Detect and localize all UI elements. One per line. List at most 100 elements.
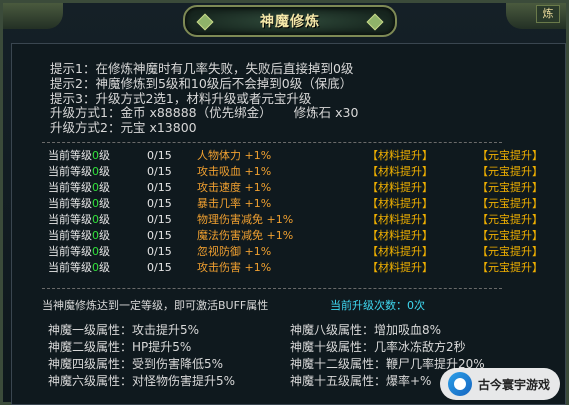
buff-item: 神魔六级属性：对怪物伤害提升5% — [48, 374, 236, 388]
yuanbao-upgrade-button[interactable]: 【元宝提升】 — [477, 227, 543, 243]
yuanbao-upgrade-button[interactable]: 【元宝提升】 — [477, 179, 543, 195]
current-level: 当前等级0级 — [48, 229, 110, 242]
yuanbao-upgrade-button[interactable]: 【元宝提升】 — [477, 259, 543, 275]
material-upgrade-button[interactable]: 【材料提升】 — [367, 243, 477, 259]
attribute-row: 当前等级0级 0/15 忽视防御 +1% 【材料提升】 【元宝提升】 — [48, 243, 543, 259]
attribute-bonus: +1% — [266, 229, 294, 242]
buff-row: 神魔一级属性：攻击提升5% 神魔八级属性：增加吸血8% — [48, 322, 532, 339]
attribute-name: 攻击速度 +1% — [197, 181, 272, 194]
material-upgrade-button[interactable]: 【材料提升】 — [367, 163, 477, 179]
upgrade-count: 当前升级次数：0次 — [330, 297, 425, 313]
yuanbao-upgrade-button[interactable]: 【元宝提升】 — [477, 163, 543, 179]
title-banner: 神魔修炼 — [183, 5, 397, 37]
progress: 0/15 — [147, 212, 172, 226]
attribute-bonus: +1% — [244, 245, 272, 258]
level-value: 0 — [92, 149, 99, 162]
progress: 0/15 — [147, 180, 172, 194]
attribute-bonus: +1% — [244, 197, 272, 210]
window-frame: 炼 神魔修炼 提示1：在修炼神魔时有几率失败，失败后直接掉到0级 提示2：神魔修… — [0, 0, 569, 405]
current-level: 当前等级0级 — [48, 149, 110, 162]
buff-item: 神魔八级属性：增加吸血8% — [290, 323, 442, 337]
material-upgrade-button[interactable]: 【材料提升】 — [367, 195, 477, 211]
divider — [42, 142, 502, 143]
attribute-name: 人物体力 +1% — [197, 149, 272, 162]
attribute-row: 当前等级0级 0/15 攻击速度 +1% 【材料提升】 【元宝提升】 — [48, 179, 543, 195]
current-level: 当前等级0级 — [48, 181, 110, 194]
content-panel: 提示1：在修炼神魔时有几率失败，失败后直接掉到0级 提示2：神魔修炼到5级和10… — [11, 43, 566, 405]
progress: 0/15 — [147, 196, 172, 210]
wechat-logo-icon — [447, 372, 472, 396]
buff-item: 神魔四级属性：受到伤害降低5% — [48, 357, 224, 371]
attribute-name: 魔法伤害减免 +1% — [197, 229, 294, 242]
buff-row: 神魔二级属性：HP提升5% 神魔十级属性：几率冰冻敌方2秒 — [48, 339, 532, 356]
side-tab[interactable]: 炼 — [536, 5, 560, 23]
attribute-row: 当前等级0级 0/15 人物体力 +1% 【材料提升】 【元宝提升】 — [48, 147, 543, 163]
material-upgrade-button[interactable]: 【材料提升】 — [367, 227, 477, 243]
level-value: 0 — [92, 181, 99, 194]
progress: 0/15 — [147, 148, 172, 162]
level-value: 0 — [92, 261, 99, 274]
method1-item: 修炼石 — [293, 105, 332, 121]
divider — [42, 288, 502, 289]
material-upgrade-button[interactable]: 【材料提升】 — [367, 179, 477, 195]
attribute-bonus: +1% — [244, 165, 272, 178]
material-upgrade-button[interactable]: 【材料提升】 — [367, 147, 477, 163]
tip-line: 提示3：升级方式2选1，材料升级或者元宝升级 — [50, 90, 312, 106]
progress: 0/15 — [147, 244, 172, 258]
buff-item: 神魔十级属性：几率冰冻敌方2秒 — [290, 340, 466, 354]
upgrade-method-1: 升级方式1：金币 x88888（优先绑金） 修炼石 x30 — [50, 105, 359, 121]
watermark-text: 古今寰宇游戏 — [477, 377, 550, 392]
progress: 0/15 — [147, 228, 172, 242]
method1-label: 升级方式1：金币 — [50, 105, 146, 121]
attribute-row: 当前等级0级 0/15 物理伤害减免 +1% 【材料提升】 【元宝提升】 — [48, 211, 543, 227]
attribute-bonus: +1% — [244, 261, 272, 274]
upgrade-method-2: 升级方式2：元宝 x13800 — [50, 120, 358, 136]
frame-corner-left — [3, 3, 63, 29]
buff-item: 神魔一级属性：攻击提升5% — [48, 323, 200, 337]
yuanbao-upgrade-button[interactable]: 【元宝提升】 — [477, 211, 543, 227]
attribute-bonus: +1% — [244, 181, 272, 194]
attribute-name: 暴击几率 +1% — [197, 197, 272, 210]
buff-note: 当神魔修炼达到一定等级，即可激活BUFF属性 — [42, 299, 269, 312]
progress: 0/15 — [147, 260, 172, 274]
attribute-name: 攻击伤害 +1% — [197, 261, 272, 274]
method1-item-qty: x30 — [335, 105, 359, 121]
attribute-row: 当前等级0级 0/15 攻击吸血 +1% 【材料提升】 【元宝提升】 — [48, 163, 543, 179]
level-value: 0 — [92, 229, 99, 242]
tip-line: 提示1：在修炼神魔时有几率失败，失败后直接掉到0级 — [50, 61, 354, 76]
window-title: 神魔修炼 — [260, 14, 320, 30]
progress: 0/15 — [147, 164, 172, 178]
buff-item: 神魔二级属性：HP提升5% — [48, 340, 192, 354]
current-level: 当前等级0级 — [48, 261, 110, 274]
material-upgrade-button[interactable]: 【材料提升】 — [367, 211, 477, 227]
yuanbao-upgrade-button[interactable]: 【元宝提升】 — [477, 195, 543, 211]
tips-block: 提示1：在修炼神魔时有几率失败，失败后直接掉到0级 提示2：神魔修炼到5级和10… — [50, 61, 359, 136]
attribute-name: 攻击吸血 +1% — [197, 165, 272, 178]
watermark: 古今寰宇游戏 — [439, 368, 560, 400]
attribute-bonus: +1% — [266, 213, 294, 226]
level-value: 0 — [92, 213, 99, 226]
yuanbao-upgrade-button[interactable]: 【元宝提升】 — [477, 147, 543, 163]
attribute-row: 当前等级0级 0/15 暴击几率 +1% 【材料提升】 【元宝提升】 — [48, 195, 543, 211]
level-value: 0 — [92, 245, 99, 258]
attribute-table: 当前等级0级 0/15 人物体力 +1% 【材料提升】 【元宝提升】 当前等级0级 0/15… — [48, 147, 543, 275]
attribute-name: 忽视防御 +1% — [197, 245, 272, 258]
upgrade-count-value: 0次 — [407, 299, 425, 312]
yuanbao-upgrade-button[interactable]: 【元宝提升】 — [477, 243, 543, 259]
upgrade-count-label: 当前升级次数： — [330, 299, 407, 312]
current-level: 当前等级0级 — [48, 245, 110, 258]
method1-cost: x88888（优先绑金） — [149, 105, 272, 121]
current-level: 当前等级0级 — [48, 197, 110, 210]
level-value: 0 — [92, 165, 99, 178]
current-level: 当前等级0级 — [48, 213, 110, 226]
attribute-name: 物理伤害减免 +1% — [197, 213, 294, 226]
material-upgrade-button[interactable]: 【材料提升】 — [367, 259, 477, 275]
tip-line: 提示2：神魔修炼到5级和10级后不会掉到0级（保底） — [50, 75, 353, 91]
attribute-bonus: +1% — [244, 149, 272, 162]
level-value: 0 — [92, 197, 99, 210]
method2-label: 升级方式2：元宝 — [50, 120, 146, 136]
current-level: 当前等级0级 — [48, 165, 110, 178]
attribute-row: 当前等级0级 0/15 攻击伤害 +1% 【材料提升】 【元宝提升】 — [48, 259, 543, 275]
attribute-row: 当前等级0级 0/15 魔法伤害减免 +1% 【材料提升】 【元宝提升】 — [48, 227, 543, 243]
method2-cost: x13800 — [149, 120, 197, 136]
